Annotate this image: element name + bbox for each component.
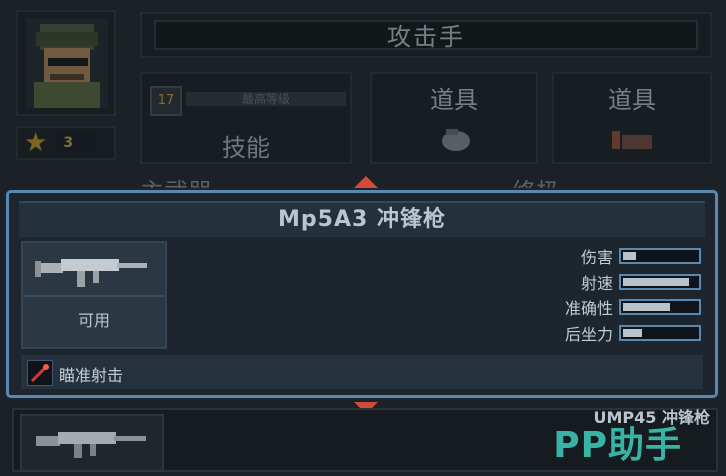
character-portrait-frame[interactable] [16,10,116,116]
star-rating: ★ 3 [16,126,116,160]
smg-icon [35,259,147,287]
stat-fill [623,329,643,337]
item-slot-1-label: 道具 [430,86,478,114]
stat-name: 后坐力 [564,325,613,344]
class-title: 攻击手 [154,20,698,51]
soldier-portrait [26,18,108,108]
class-title-bar: 攻击手 [140,12,712,58]
weapon-thumbnail[interactable]: 可用 [21,241,167,349]
star-icon: ★ [24,128,48,158]
star-count: 3 [57,133,98,153]
weapon-name: Mp5A3 冲锋枪 [19,201,705,237]
stat-name: 伤害 [580,248,613,267]
stat-bar [619,248,701,264]
stat-fill [623,278,690,286]
stat-accuracy: 准确性 [565,296,701,318]
stat-fire-rate: 射速 [581,271,701,293]
thumb-divider [23,295,165,297]
stat-name: 射速 [580,274,613,293]
grenade-icon [442,129,470,151]
stat-bar [619,299,701,315]
scroll-up-arrow-icon[interactable] [354,176,378,188]
weapon-status: 可用 [77,311,110,330]
stat-name: 准确性 [564,299,613,318]
watermark: PP助手 [553,425,682,466]
next-weapon-thumbnail [20,414,164,472]
stat-fill [623,252,637,260]
level-caption: 最高等级 [186,92,346,106]
stat-recoil: 后坐力 [565,322,701,344]
weapon-detail-card[interactable]: Mp5A3 冲锋枪 可用 伤害 射速 准确性 后坐力 瞄准射击 [6,190,718,398]
crosshair-icon [27,360,53,386]
item-slot-2[interactable]: 道具 [552,72,712,164]
stat-fill [623,303,670,311]
level-badge: 17 [150,86,182,116]
ability-name: 瞄准射击 [59,366,124,385]
stat-bar [619,325,701,341]
ammo-icon [612,131,652,149]
skill-slot[interactable]: 17 最高等级 技能 [140,72,352,164]
stat-damage: 伤害 [581,245,701,267]
weapon-ability: 瞄准射击 [21,355,703,389]
smg-icon [36,432,146,458]
item-slot-1[interactable]: 道具 [370,72,538,164]
skill-label: 技能 [222,134,270,162]
stat-bar [619,274,701,290]
item-slot-2-label: 道具 [608,86,656,114]
